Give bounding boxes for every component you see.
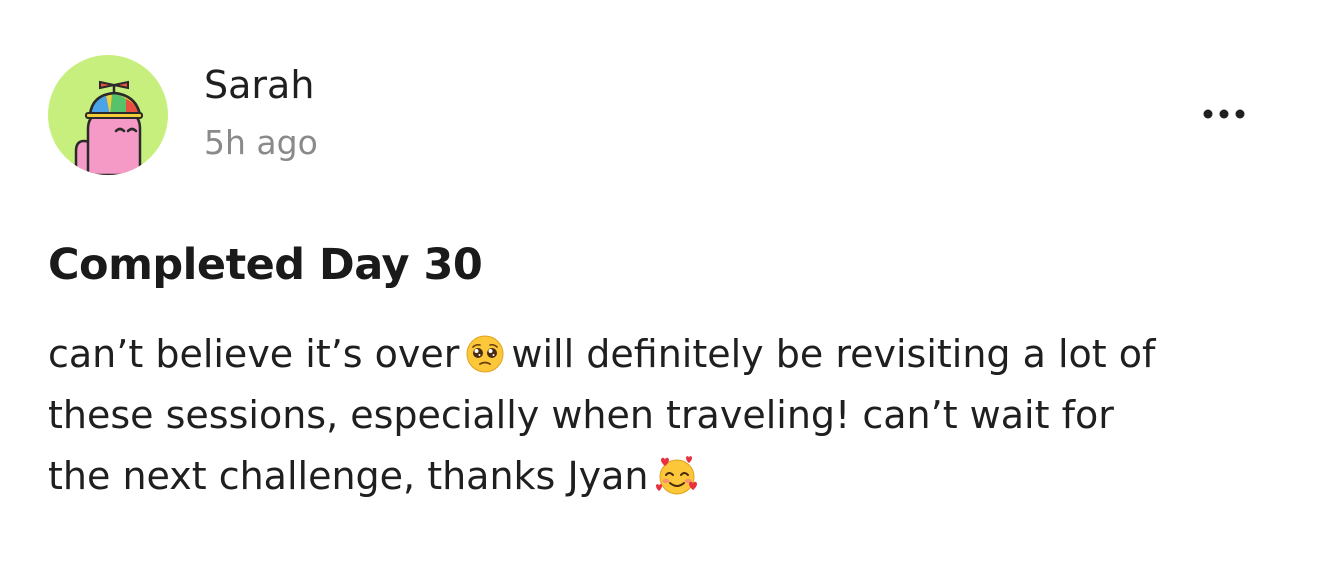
post-body-text: these sessions, especially when travelin… [48, 393, 1114, 437]
author-avatar[interactable] [48, 55, 168, 175]
post-body-text: can’t believe it’s over [48, 332, 460, 376]
post-title: Completed Day 30 [48, 240, 483, 290]
post-timestamp: 5h ago [204, 123, 318, 162]
post-body-text: the next challenge, thanks Jyan [48, 454, 649, 498]
more-options-button[interactable] [1194, 96, 1254, 132]
pleading-face-emoji-icon [465, 334, 505, 374]
post-body-line: can’t believe it’s over will definitely … [48, 324, 1278, 385]
author-name[interactable]: Sarah [204, 62, 314, 108]
post-card: Sarah 5h ago Completed Day 30 can’t beli… [0, 0, 1320, 563]
ellipsis-horizontal-icon [1203, 109, 1245, 119]
post-body: can’t believe it’s over will definitely … [48, 324, 1278, 507]
post-body-line: these sessions, especially when travelin… [48, 385, 1278, 446]
smiling-face-with-hearts-emoji-icon [655, 454, 699, 498]
propeller-cap-character-icon [74, 80, 143, 175]
post-body-line: the next challenge, thanks Jyan [48, 446, 1278, 507]
post-body-text: will definitely be revisiting a lot of [511, 332, 1156, 376]
